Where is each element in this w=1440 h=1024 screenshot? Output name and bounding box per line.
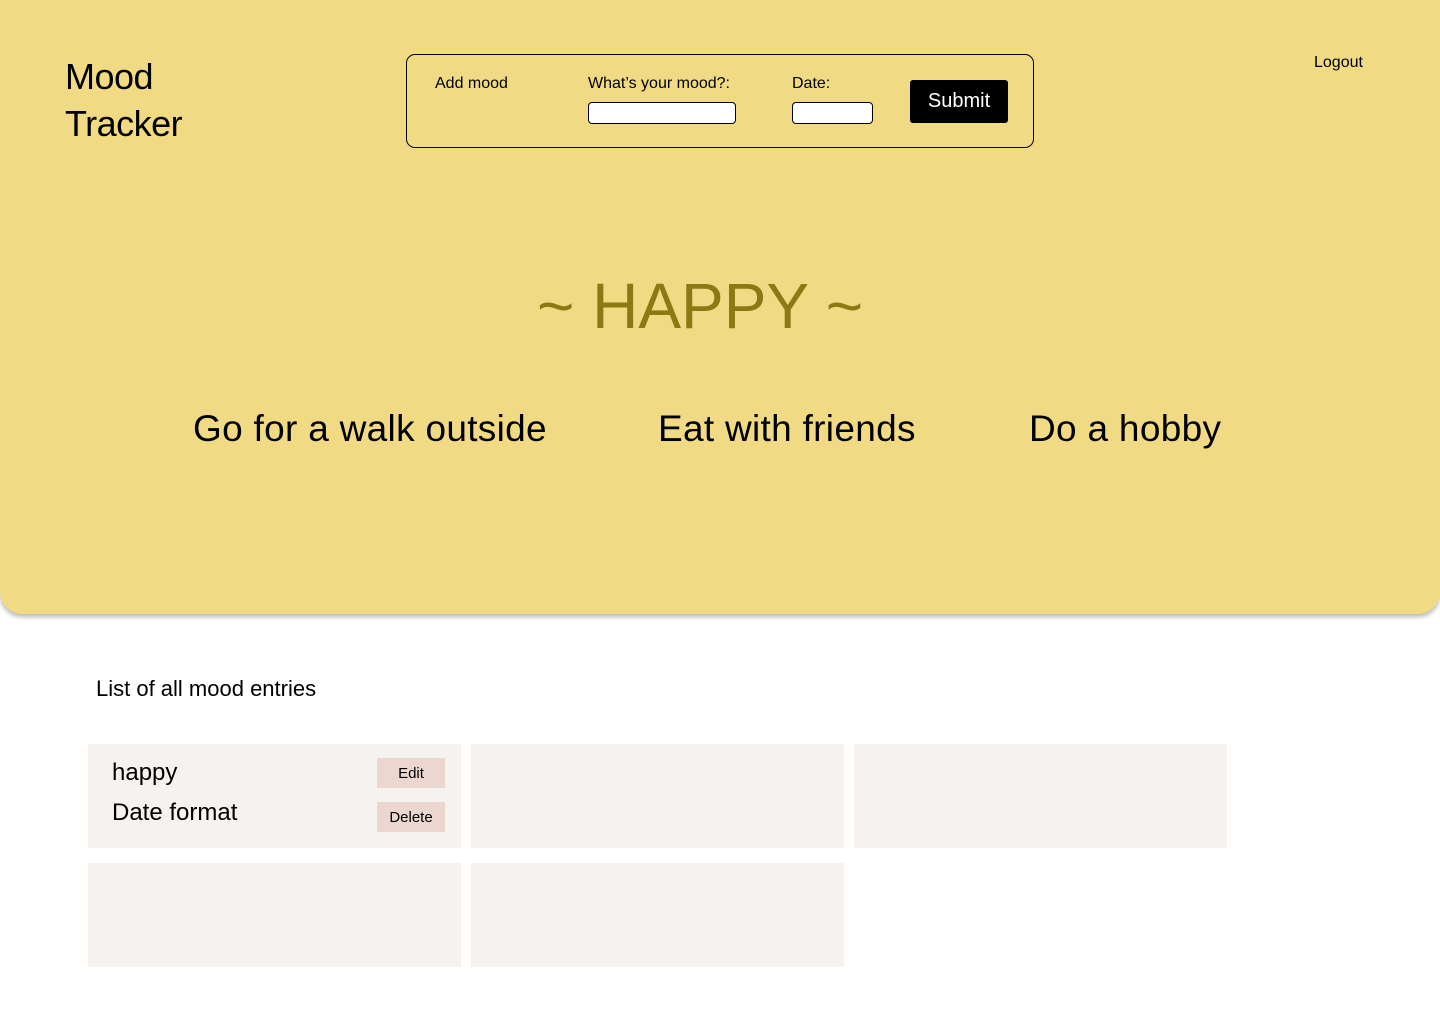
empty-entry-card bbox=[471, 863, 844, 967]
form-title: Add mood bbox=[435, 75, 508, 92]
mood-entry-card: happy Date format Edit Delete bbox=[88, 744, 461, 848]
mood-label: What’s your mood?: bbox=[588, 75, 730, 92]
date-input[interactable] bbox=[792, 102, 873, 124]
logout-link[interactable]: Logout bbox=[1314, 53, 1363, 73]
mood-input[interactable] bbox=[588, 102, 736, 124]
suggestion-item: Go for a walk outside bbox=[193, 408, 547, 449]
date-label: Date: bbox=[792, 75, 831, 92]
entry-date: Date format bbox=[112, 799, 238, 826]
entries-section-title: List of all mood entries bbox=[96, 676, 317, 701]
empty-entry-card bbox=[854, 744, 1227, 848]
empty-entry-card bbox=[88, 863, 461, 967]
edit-button[interactable]: Edit bbox=[377, 758, 445, 788]
hero-panel: Mood Tracker Add mood What’s your mood?:… bbox=[0, 0, 1440, 614]
app-logo: Mood Tracker bbox=[65, 53, 183, 147]
submit-button[interactable]: Submit bbox=[910, 80, 1008, 123]
current-mood-heading: ~ HAPPY ~ bbox=[536, 270, 864, 342]
empty-entry-card bbox=[471, 744, 844, 848]
add-mood-form: Add mood What’s your mood?: Date: Submit bbox=[406, 54, 1034, 148]
logo-line-1: Mood bbox=[65, 56, 154, 97]
delete-button[interactable]: Delete bbox=[377, 802, 445, 832]
entry-mood: happy bbox=[112, 759, 178, 786]
logo-line-2: Tracker bbox=[65, 103, 183, 144]
suggestion-item: Eat with friends bbox=[658, 408, 916, 449]
suggestion-item: Do a hobby bbox=[1029, 408, 1222, 449]
